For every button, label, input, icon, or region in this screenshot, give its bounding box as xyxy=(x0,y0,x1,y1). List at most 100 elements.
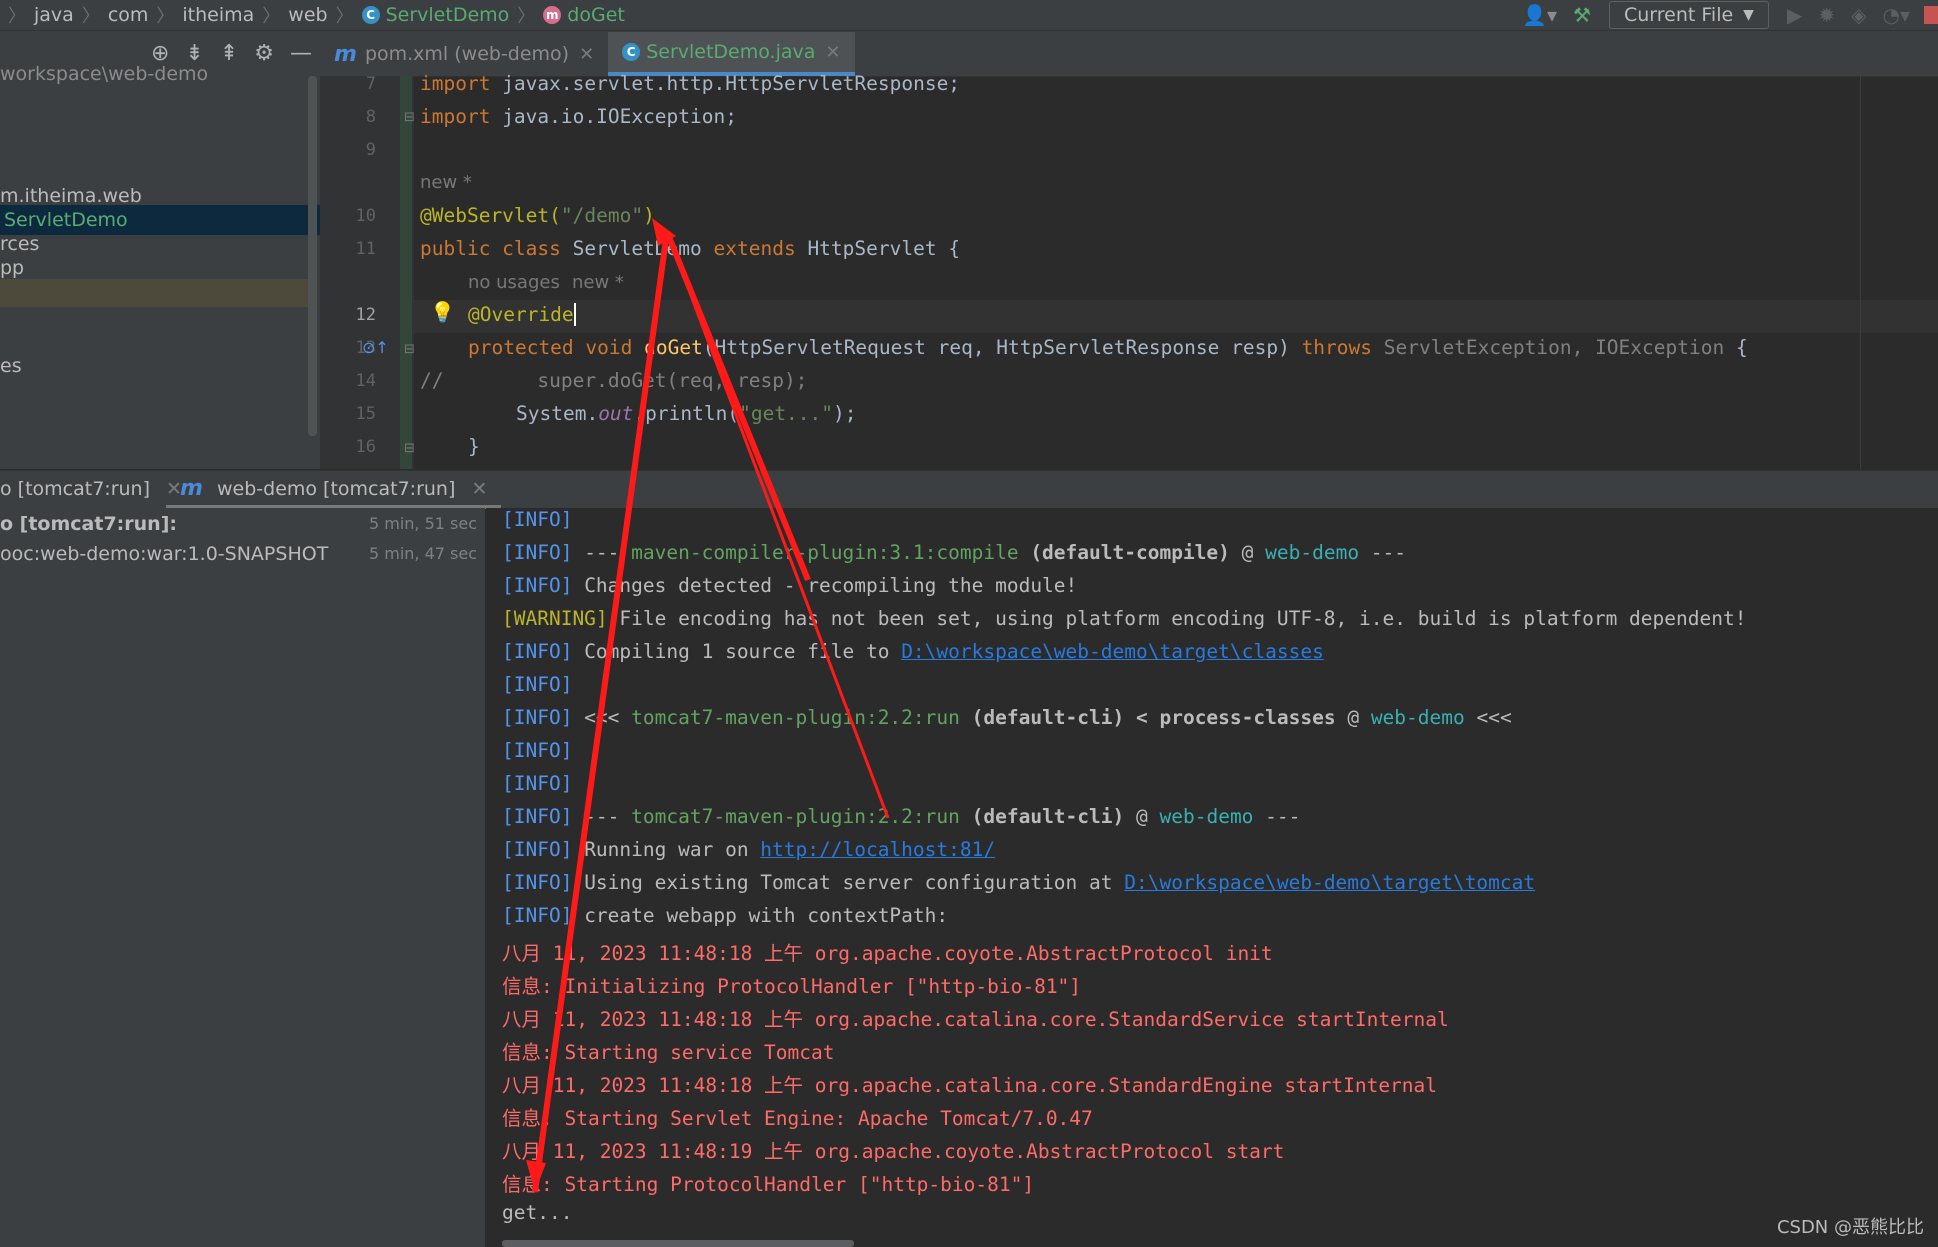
collapse-all-icon[interactable]: ⇞ xyxy=(220,41,238,66)
code-line-7[interactable]: import javax.servlet.http.HttpServletRes… xyxy=(420,72,960,95)
console-log-line: 信息: Initializing ProtocolHandler ["http-… xyxy=(502,975,1082,998)
chevron-right-icon: 〉 xyxy=(156,6,175,27)
console-output-get: get... xyxy=(502,1201,573,1224)
tab-pom-xml[interactable]: m pom.xml (web-demo) ✕ xyxy=(320,32,608,76)
console-log-line: 信息: Starting service Tomcat xyxy=(502,1041,835,1064)
console-line: [INFO] Changes detected - recompiling th… xyxy=(502,574,1078,597)
debug-icon[interactable]: ✹ xyxy=(1818,3,1835,27)
run-tab-1[interactable]: o [tomcat7:run] ✕ xyxy=(0,471,182,507)
project-panel: ⊕ ⇟ ⇞ ⚙ — workspace\web-demo m.itheima.w… xyxy=(0,31,324,469)
console-line: [WARNING] File encoding has not been set… xyxy=(502,607,1747,630)
build-tree-root[interactable]: o [tomcat7:run]: xyxy=(0,509,177,539)
line-number: 14 xyxy=(355,371,376,391)
build-duration: 5 min, 51 sec xyxy=(368,514,477,533)
tree-item-servletdemo[interactable]: ServletDemo xyxy=(0,205,324,235)
tree-item-external[interactable]: es xyxy=(0,351,22,381)
run-icon[interactable]: ▶ xyxy=(1787,3,1802,27)
run-toolwindow-tabs: o [tomcat7:run] ✕ m web-demo [tomcat7:ru… xyxy=(0,470,1938,509)
line-number: 10 xyxy=(355,206,376,226)
chevron-right-icon: 〉 xyxy=(81,6,100,27)
console-line: [INFO] --- tomcat7-maven-plugin:2.2:run … xyxy=(502,805,1301,828)
console-line: [INFO] xyxy=(502,739,573,762)
console-link[interactable]: D:\workspace\web-demo\target\classes xyxy=(901,640,1324,663)
console-line: [INFO] Running war on http://localhost:8… xyxy=(502,838,996,861)
tree-root-path[interactable]: workspace\web-demo xyxy=(0,59,208,89)
tree-item-selected-highlight xyxy=(0,279,310,307)
code-line-11[interactable]: public class ServletDemo extends HttpSer… xyxy=(420,237,960,260)
console-log-line: 信息: Starting ProtocolHandler ["http-bio-… xyxy=(502,1173,1035,1196)
chevron-down-icon: ▼ xyxy=(1743,7,1754,23)
breadcrumb-web[interactable]: web xyxy=(288,4,327,26)
override-marker-icon[interactable]: ⊙↑ xyxy=(362,338,389,357)
build-tree: o [tomcat7:run]: 5 min, 51 sec ooc:web-d… xyxy=(0,508,485,1247)
console-line: [INFO] xyxy=(502,673,573,696)
console-horizontal-scrollbar[interactable] xyxy=(502,1240,854,1247)
maven-icon: m xyxy=(334,41,357,67)
console-output[interactable]: [INFO] [INFO] --- maven-compiler-plugin:… xyxy=(486,508,1938,1247)
text-caret xyxy=(573,303,576,326)
chevron-right-icon: 〉 xyxy=(262,6,281,27)
code-line-8[interactable]: import java.io.IOException; xyxy=(420,105,737,128)
gear-icon[interactable]: ⚙ xyxy=(254,41,274,66)
project-scrollbar[interactable] xyxy=(308,76,317,436)
user-icon[interactable]: 👤▾ xyxy=(1522,3,1557,27)
code-line-14[interactable]: // super.doGet(req, resp); xyxy=(420,369,807,392)
line-number: 9 xyxy=(365,140,376,160)
console-link[interactable]: http://localhost:81/ xyxy=(760,838,995,861)
breadcrumb-label: ServletDemo xyxy=(385,4,510,26)
chevron-right-icon: 〉 xyxy=(8,6,26,27)
build-hammer-icon[interactable]: ⚒ xyxy=(1573,3,1591,27)
code-line-10[interactable]: @WebServlet("/demo") xyxy=(420,204,655,227)
inlay-hint-author: new * xyxy=(572,272,624,293)
profile-icon[interactable]: ◔▾ xyxy=(1883,3,1911,27)
editor-tab-bar: m pom.xml (web-demo) ✕ C ServletDemo.jav… xyxy=(320,31,1938,77)
console-log-line: 八月 11, 2023 11:48:18 上午 org.apache.catal… xyxy=(502,1008,1449,1031)
run-configuration-select[interactable]: Current File ▼ xyxy=(1608,1,1769,29)
run-tab-2[interactable]: m web-demo [tomcat7:run] ✕ xyxy=(166,471,502,509)
current-line-highlight xyxy=(414,300,1938,333)
console-link[interactable]: D:\workspace\web-demo\target\tomcat xyxy=(1124,871,1535,894)
chevron-right-icon: 〉 xyxy=(335,6,354,27)
breadcrumb-doget[interactable]: m doGet xyxy=(543,4,625,26)
breadcrumb-servletdemo[interactable]: C ServletDemo xyxy=(361,4,510,26)
breadcrumb-label: doGet xyxy=(567,4,625,26)
minimize-icon[interactable]: — xyxy=(290,41,312,66)
build-tree-item[interactable]: ooc:web-demo:war:1.0-SNAPSHOT xyxy=(0,539,328,569)
fold-icon[interactable]: ⊟ xyxy=(404,441,415,456)
close-icon[interactable]: ✕ xyxy=(579,44,594,65)
console-line: [INFO] <<< tomcat7-maven-plugin:2.2:run … xyxy=(502,706,1512,729)
line-number: 16 xyxy=(355,437,376,457)
class-icon: C xyxy=(361,6,380,24)
run-tab-label: web-demo [tomcat7:run] xyxy=(216,478,456,500)
code-line-12[interactable]: @Override xyxy=(468,303,576,326)
breadcrumb-com[interactable]: com xyxy=(108,4,149,26)
inlay-hint-usages[interactable]: no usages xyxy=(468,272,560,293)
vcs-change-marker xyxy=(400,76,412,469)
console-line: [INFO] Using existing Tomcat server conf… xyxy=(502,871,1536,894)
tab-label: ServletDemo.java xyxy=(646,41,816,63)
breadcrumb-java[interactable]: java xyxy=(34,4,74,26)
intention-bulb-icon[interactable]: 💡 xyxy=(430,300,455,324)
navigation-bar: 〉 java 〉 com 〉 itheima 〉 web 〉 C ServletD… xyxy=(0,0,1938,31)
run-configuration-label: Current File xyxy=(1623,4,1734,26)
code-line-13[interactable]: protected void doGet(HttpServletRequest … xyxy=(468,336,1748,359)
line-number: 8 xyxy=(365,107,376,127)
close-icon[interactable]: ✕ xyxy=(825,42,840,63)
fold-icon[interactable]: ⊟ xyxy=(404,110,415,125)
console-line: [INFO] xyxy=(502,772,573,795)
coverage-icon[interactable]: ◈ xyxy=(1851,3,1866,27)
tab-servletdemo-java[interactable]: C ServletDemo.java ✕ xyxy=(608,32,855,76)
breadcrumb-itheima[interactable]: itheima xyxy=(182,4,254,26)
code-line-15[interactable]: System.out.println("get..."); xyxy=(516,402,857,425)
stop-icon[interactable] xyxy=(1924,6,1938,24)
console-log-line: 信息: Starting Servlet Engine: Apache Tomc… xyxy=(502,1107,1093,1130)
build-duration: 5 min, 47 sec xyxy=(368,544,477,563)
right-margin-guide xyxy=(1860,76,1861,469)
console-line: [INFO] xyxy=(502,508,573,531)
toolbar-right: 👤▾ ⚒ Current File ▼ ▶ ✹ ◈ ◔▾ xyxy=(1514,0,1938,30)
line-number: 7 xyxy=(365,74,376,94)
code-line-16[interactable]: } xyxy=(468,435,480,458)
method-icon: m xyxy=(543,6,562,24)
fold-icon[interactable]: ⊟ xyxy=(404,342,415,357)
close-icon[interactable]: ✕ xyxy=(471,478,487,500)
